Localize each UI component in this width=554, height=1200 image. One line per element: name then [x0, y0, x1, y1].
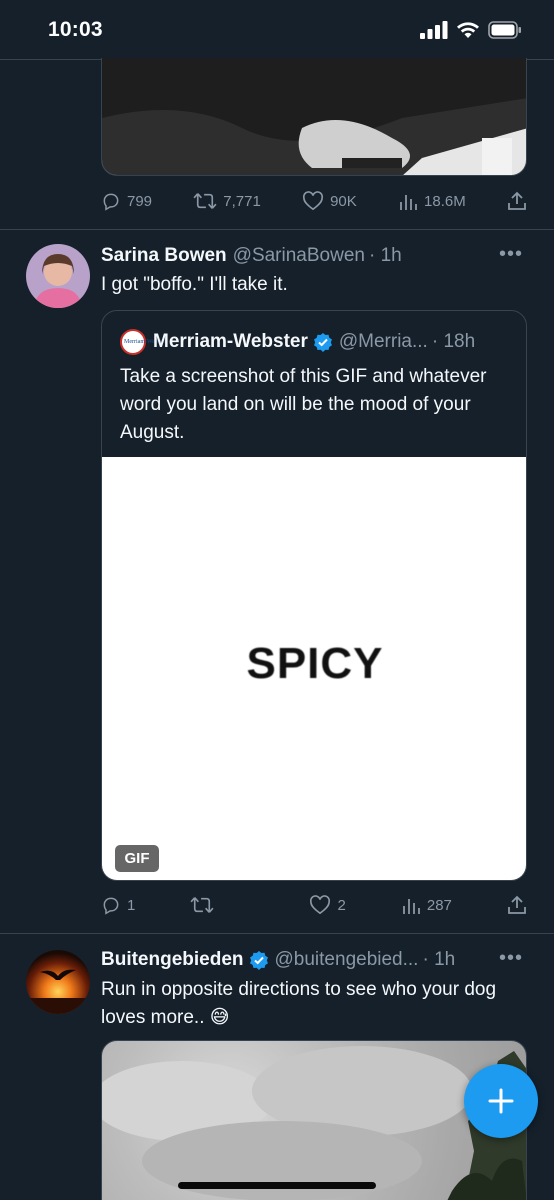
status-icons — [420, 21, 522, 39]
reply-count: 799 — [127, 192, 153, 210]
tweet2-header: Sarina Bowen @SarinaBowen · 1h ••• — [101, 243, 527, 269]
author-handle[interactable]: @SarinaBowen — [233, 245, 365, 267]
battery-icon — [488, 21, 521, 39]
tweet-media-photo[interactable] — [101, 58, 527, 176]
heart-icon — [303, 191, 324, 211]
views-chart-icon — [400, 195, 417, 210]
author-handle[interactable]: @buitengebied... — [275, 949, 419, 971]
author-name[interactable]: Sarina Bowen — [101, 245, 227, 267]
retweet-count: 7,771 — [223, 192, 261, 210]
wifi-icon — [457, 22, 479, 38]
more-options-icon[interactable]: ••• — [499, 243, 523, 266]
avatar-photo — [26, 244, 90, 308]
gif-word: SPICY — [246, 639, 384, 688]
tweet3-text: Run in opposite directions to see who yo… — [101, 979, 497, 1028]
share-button[interactable] — [507, 191, 527, 211]
tweet3-video-media[interactable] — [101, 1040, 527, 1200]
share-button[interactable] — [507, 895, 527, 915]
views-button[interactable]: 18.6M — [398, 191, 466, 211]
gif-media[interactable]: SPICY GIF — [102, 457, 526, 880]
reply-icon — [103, 193, 119, 211]
reply-count: 1 — [127, 896, 136, 914]
avatar-buitengebieden[interactable] — [26, 950, 90, 1014]
status-bar: 10:03 — [0, 0, 554, 60]
like-count: 90K — [330, 192, 357, 210]
tweet1-action-bar: 799 7,771 90K 18.6M — [101, 186, 527, 216]
views-count: 287 — [426, 896, 452, 914]
tweet-time: · 1h — [368, 245, 402, 266]
avatar-sarina-bowen[interactable] — [26, 244, 90, 308]
status-time: 10:03 — [48, 18, 103, 41]
reply-button[interactable]: 1 — [101, 895, 135, 915]
retweet-icon — [190, 897, 214, 913]
avatar-sunset-bird — [26, 950, 90, 1014]
verified-badge-icon — [313, 333, 332, 352]
tweet-time: · 1h — [422, 949, 456, 970]
like-button[interactable]: 2 — [309, 895, 346, 915]
heart-icon — [310, 895, 331, 915]
like-count: 2 — [337, 896, 346, 914]
tweet3-header: Buitengebieden @buitengebied... · 1h ••• — [101, 947, 527, 973]
quote-time: · 18h — [431, 331, 476, 352]
cloudy-sky-video-frame — [102, 1046, 526, 1200]
cellular-signal-icon — [420, 21, 448, 39]
author-name[interactable]: Buitengebieden — [101, 949, 244, 971]
verified-badge-icon — [249, 951, 268, 970]
views-chart-icon — [402, 899, 420, 914]
tweet-divider — [0, 229, 554, 230]
tweet-divider — [0, 933, 554, 934]
share-icon — [508, 191, 526, 210]
logo-text: Merriam-Webster — [124, 339, 167, 345]
compose-tweet-button[interactable] — [464, 1064, 538, 1138]
views-count: 18.6M — [424, 192, 466, 210]
merriam-webster-logo: Merriam-Webster — [120, 329, 167, 355]
retweet-button[interactable] — [190, 895, 220, 915]
retweet-icon — [193, 193, 217, 209]
views-button[interactable]: 287 — [401, 895, 452, 915]
quote-header: Merriam-Webster Merriam-Webster @Merria.… — [120, 329, 475, 355]
gif-badge: GIF — [115, 845, 159, 872]
quoted-tweet-card[interactable]: Merriam-Webster Merriam-Webster @Merria.… — [101, 310, 527, 881]
tweet2-action-bar: 1 2 287 — [101, 890, 527, 920]
like-button[interactable]: 90K — [302, 191, 357, 211]
reply-button[interactable]: 799 — [101, 191, 152, 211]
plus-icon — [488, 1088, 514, 1114]
quote-author-name[interactable]: Merriam-Webster — [153, 331, 308, 353]
quote-author-handle[interactable]: @Merria... — [339, 331, 428, 353]
tweet2-text: I got "boffo." I'll take it. — [101, 274, 288, 295]
retweet-button[interactable]: 7,771 — [193, 191, 261, 211]
more-options-icon[interactable]: ••• — [499, 947, 523, 970]
timeline-screen: 10:03 799 7,771 90K 18.6M Sarina Bowen @… — [0, 0, 554, 1200]
quote-text: Take a screenshot of this GIF and whatev… — [120, 366, 487, 443]
photo-content — [102, 58, 526, 175]
home-indicator[interactable] — [178, 1182, 376, 1189]
reply-icon — [103, 897, 119, 915]
share-icon — [508, 895, 526, 914]
